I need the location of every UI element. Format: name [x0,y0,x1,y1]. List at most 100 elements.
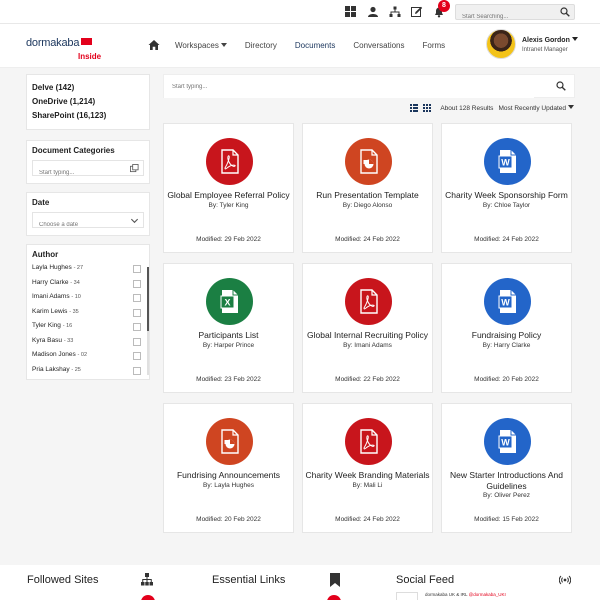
author-checkbox[interactable] [133,337,141,346]
broadcast-icon[interactable] [559,573,571,587]
nav-item-forms[interactable]: Forms [423,41,446,50]
document-card[interactable]: W New Starter Introductions And Guideline… [441,403,572,533]
sitemap-icon[interactable] [389,6,401,18]
author-count: - 27 [73,265,84,271]
author-item[interactable]: Karim Lewis - 35 [32,308,144,323]
nav-item-directory[interactable]: Directory [245,41,277,50]
author-checkbox[interactable] [133,265,141,273]
author-count: - 33 [63,337,74,344]
author-checkbox[interactable] [133,279,141,288]
author-item[interactable]: Harry Clarke - 34 [32,279,144,294]
document-card[interactable]: Run Presentation Template By: Diego Alons… [302,123,433,253]
author-item[interactable]: Layla Hughes - 27 [32,264,144,279]
author-name: Imani Adams [32,293,70,300]
site-logo-icon[interactable] [141,595,155,600]
nav-item-documents[interactable]: Documents [295,41,335,50]
home-icon[interactable] [148,39,160,51]
source-onedrive[interactable]: OneDrive (1,214) [32,97,144,106]
logo[interactable]: dormakaba [26,37,93,49]
author-count: - 35 [69,308,79,315]
document-title[interactable]: Global Internal Recruiting Policy By: Ima… [305,330,430,351]
chevron-down-icon [568,104,574,109]
document-card[interactable]: Global Employee Referral Policy By: Tyler… [163,123,294,253]
document-title[interactable]: Participants List By: Harper Prince [166,330,291,351]
document-title[interactable]: New Starter Introductions And Guidelines… [444,470,569,502]
powerpoint-file-icon [206,418,253,465]
edit-icon[interactable] [411,6,423,18]
copy-icon[interactable] [130,164,139,173]
author-item[interactable]: Kyra Basu - 33 [32,337,144,352]
followed-sites-title: Followed Sites [27,574,99,586]
author-item[interactable]: Pria Lakshay - 25 [32,366,144,381]
document-modified: Modified: 15 Feb 2022 [474,516,539,523]
document-card[interactable]: Charity Week Branding Materials By: Mali … [302,403,433,533]
categories-panel: Document Categories [26,140,150,184]
source-delve[interactable]: Delve (142) [32,83,144,92]
pdf-file-icon [206,138,253,185]
document-search-input[interactable] [164,76,534,98]
author-name: Karim Lewis [32,307,68,315]
document-card[interactable]: X Participants List By: Harper Prince Modif… [163,263,294,393]
document-title[interactable]: Charity Week Sponsorship Form By: Chloe T… [444,190,569,211]
notification-badge: 8 [438,0,450,12]
author-checkbox[interactable] [133,323,141,331]
list-view-icon[interactable] [410,104,419,112]
author-item[interactable]: Madison Jones - 02 [32,351,144,366]
author-checkbox[interactable] [133,294,141,302]
windows-icon[interactable] [345,6,357,18]
document-card[interactable]: W Charity Week Sponsorship Form By: Chloe … [441,123,572,253]
author-name: Layla Hughes [32,264,72,271]
author-scrollbar[interactable] [147,267,149,375]
user-role: Intranet Manager [522,47,568,53]
bookmark-icon[interactable] [329,573,341,587]
document-title[interactable]: Run Presentation Template By: Diego Alons… [305,190,430,211]
feed-avatar[interactable] [396,592,418,600]
author-count: - 34 [70,279,80,286]
document-author: By: Harry Clarke [482,341,531,349]
search-icon[interactable] [560,7,570,17]
author-name: Pria Lakshay [32,365,70,373]
nav-item-workspaces[interactable]: Workspaces [175,41,227,50]
avatar[interactable] [486,29,516,59]
nav-item-conversations[interactable]: Conversations [353,41,404,50]
user-menu[interactable]: Alexis Gordon [522,37,578,44]
top-search-input[interactable] [456,10,552,24]
user-icon[interactable] [367,6,379,18]
document-card[interactable]: W Fundraising Policy By: Harry Clarke Modif… [441,263,572,393]
word-file-icon: W [484,278,531,325]
author-checkbox[interactable] [133,366,141,375]
author-list: Layla Hughes - 27 Harry Clarke - 34 Imani … [32,264,144,380]
document-search-box[interactable] [163,74,575,98]
author-checkbox[interactable] [133,352,141,360]
document-card[interactable]: Global Internal Recruiting Policy By: Ima… [302,263,433,393]
sort-dropdown[interactable]: Most Recently Updated [498,104,574,112]
top-search-box[interactable] [455,4,575,24]
source-sharepoint[interactable]: SharePoint (16,123) [32,111,144,120]
feed-preview[interactable]: dormakaba UK & IRL @dormakaba_UKI [425,592,506,597]
date-select[interactable] [32,212,144,232]
categories-field[interactable] [32,160,144,180]
bell-icon[interactable]: 8 [433,0,450,18]
document-card[interactable]: Fundrising Announcements By: Layla Hughes… [163,403,294,533]
date-input[interactable] [33,218,133,232]
document-author: By: Mali Li [352,481,383,489]
sitemap-icon[interactable] [141,573,153,587]
chevron-down-icon [220,43,227,47]
document-title[interactable]: Fundraising Policy By: Harry Clarke [444,330,569,351]
results-toolbar: About 128 Results Most Recently Updated [405,104,574,112]
document-title[interactable]: Global Employee Referral Policy By: Tyler… [166,190,291,211]
author-item[interactable]: Tyler King - 16 [32,322,144,337]
scrollbar-thumb[interactable] [147,267,149,331]
chevron-down-icon[interactable] [130,216,139,225]
document-title[interactable]: Charity Week Branding Materials By: Mali … [305,470,430,491]
author-checkbox[interactable] [133,308,141,317]
document-author: By: Chloe Taylor [482,201,531,209]
document-title[interactable]: Fundrising Announcements By: Layla Hughes [166,470,291,491]
search-icon[interactable] [556,81,566,91]
link-logo-icon[interactable] [327,595,341,600]
author-item[interactable]: Imani Adams - 10 [32,293,144,308]
grid-view-icon[interactable] [423,104,432,112]
categories-input[interactable] [33,166,133,180]
document-modified: Modified: 23 Feb 2022 [196,376,261,383]
essential-links-title: Essential Links [212,574,286,586]
